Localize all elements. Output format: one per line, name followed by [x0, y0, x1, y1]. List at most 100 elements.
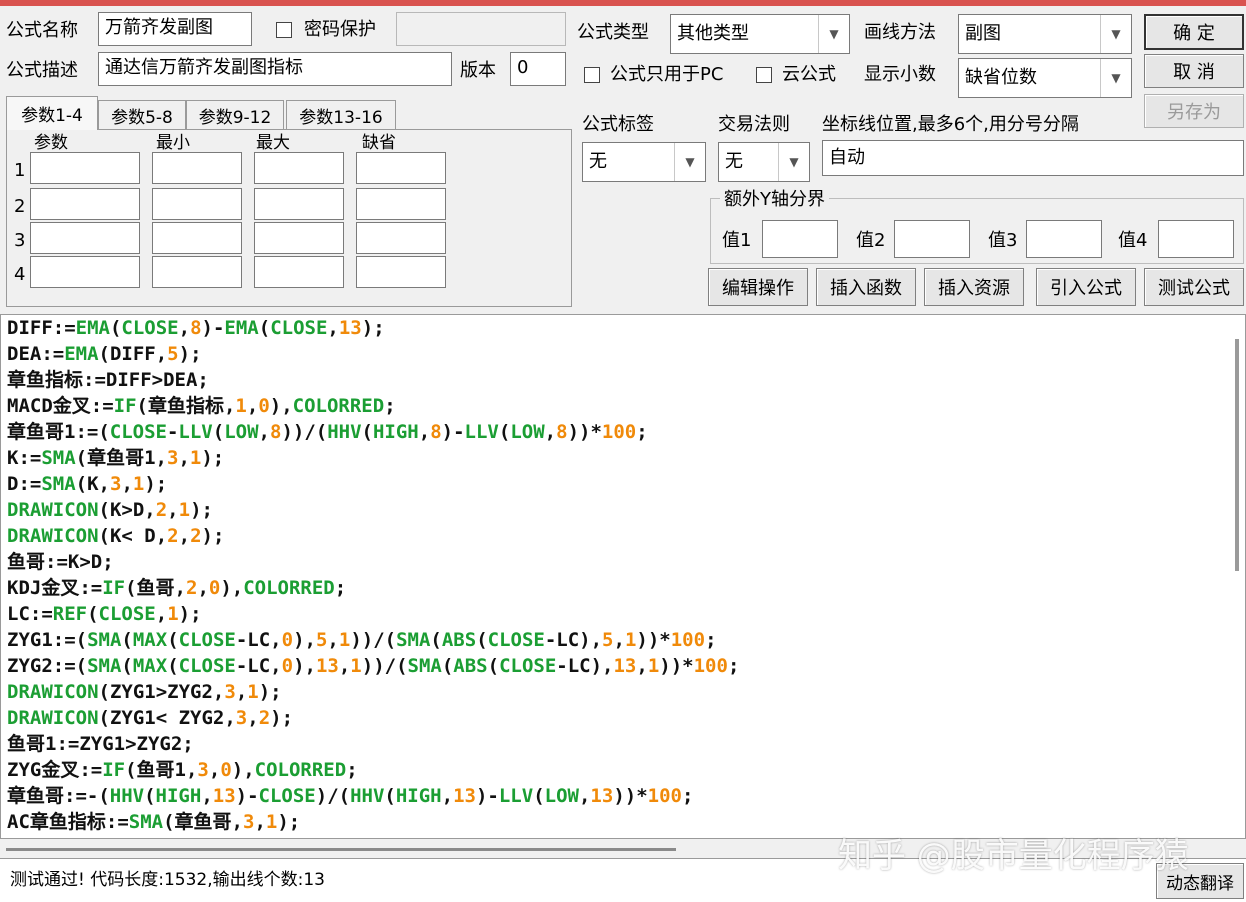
ok-button[interactable]: 确 定: [1144, 14, 1244, 50]
code-line: 章鱼指标:=DIFF>DEA;: [7, 369, 209, 391]
chevron-down-icon: ▼: [778, 143, 809, 181]
draw-method-label: 画线方法: [864, 22, 936, 43]
formula-desc-input[interactable]: 通达信万箭齐发副图指标: [98, 52, 452, 86]
formula-desc-label: 公式描述: [6, 60, 78, 81]
decimals-value: 缺省位数: [965, 67, 1037, 88]
window-top-border: [0, 0, 1246, 6]
axis-lines-label: 坐标线位置,最多6个,用分号分隔: [822, 114, 1079, 135]
code-line: 鱼哥:=K>D;: [7, 551, 114, 573]
formula-name-input[interactable]: 万箭齐发副图: [98, 12, 252, 46]
code-line: DRAWICON(K>D,2,1);: [7, 499, 213, 521]
param-2-default-input[interactable]: [356, 188, 446, 220]
param-3-name-input[interactable]: [30, 222, 140, 254]
trade-rule-select[interactable]: 无 ▼: [718, 142, 810, 182]
extra-y-value-label: 值2: [856, 230, 886, 251]
code-line: LC:=REF(CLOSE,1);: [7, 603, 202, 625]
cloud-formula-checkbox[interactable]: [756, 67, 772, 83]
vertical-scrollbar[interactable]: [1235, 339, 1239, 571]
param-row-number: 3: [14, 230, 26, 251]
code-line: DEA:=EMA(DIFF,5);: [7, 343, 202, 365]
formula-name-label: 公式名称: [6, 20, 78, 41]
param-1-min-input[interactable]: [152, 152, 242, 184]
test-formula-button[interactable]: 测试公式: [1144, 268, 1244, 306]
extra-y-value-4-input[interactable]: [1158, 220, 1234, 258]
import-formula-button[interactable]: 引入公式: [1036, 268, 1136, 306]
code-line: ZYG1:=(SMA(MAX(CLOSE-LC,0),5,1))/(SMA(AB…: [7, 629, 717, 651]
status-text: 测试通过! 代码长度:1532,输出线个数:13: [10, 870, 325, 890]
chevron-down-icon: ▼: [1100, 15, 1131, 53]
tab-params-9-12[interactable]: 参数9-12: [186, 100, 284, 130]
code-text: DIFF:=EMA(CLOSE,8)-EMA(CLOSE,13); DEA:=EM…: [7, 315, 739, 835]
code-line: 章鱼哥:=-(HHV(HIGH,13)-CLOSE)/(HHV(HIGH,13)…: [7, 785, 694, 807]
formula-tag-label: 公式标签: [582, 114, 654, 135]
formula-type-select[interactable]: 其他类型 ▼: [670, 14, 850, 54]
cancel-button[interactable]: 取 消: [1144, 54, 1244, 88]
formula-tag-value: 无: [589, 151, 607, 172]
code-line: ZYG2:=(SMA(MAX(CLOSE-LC,0),13,1))/(SMA(A…: [7, 655, 740, 677]
formula-type-value: 其他类型: [677, 23, 749, 44]
code-editor[interactable]: DIFF:=EMA(CLOSE,8)-EMA(CLOSE,13); DEA:=EM…: [0, 314, 1246, 839]
code-line: DRAWICON(K< D,2,2);: [7, 525, 225, 547]
formula-type-label: 公式类型: [577, 22, 649, 43]
code-line: 章鱼哥1:=(CLOSE-LLV(LOW,8))/(HHV(HIGH,8)-LL…: [7, 421, 648, 443]
code-line: AC章鱼指标:=SMA(章鱼哥,3,1);: [7, 811, 301, 833]
extra-y-value-label: 值1: [722, 230, 752, 251]
decimals-label: 显示小数: [864, 64, 936, 85]
tab-params-5-8[interactable]: 参数5-8: [98, 100, 186, 130]
param-3-min-input[interactable]: [152, 222, 242, 254]
chevron-down-icon: ▼: [818, 15, 849, 53]
decimals-select[interactable]: 缺省位数 ▼: [958, 58, 1132, 98]
formula-tag-select[interactable]: 无 ▼: [582, 142, 706, 182]
code-line: 鱼哥1:=ZYG1>ZYG2;: [7, 733, 194, 755]
insert-function-button[interactable]: 插入函数: [816, 268, 916, 306]
param-4-name-input[interactable]: [30, 256, 140, 288]
param-row-number: 1: [14, 160, 26, 181]
param-row-number: 4: [14, 264, 26, 285]
tab-params-13-16[interactable]: 参数13-16: [286, 100, 396, 130]
param-4-default-input[interactable]: [356, 256, 446, 288]
tab-params-1-4[interactable]: 参数1-4: [6, 96, 98, 130]
password-input[interactable]: [396, 12, 566, 46]
param-4-min-input[interactable]: [152, 256, 242, 288]
password-checkbox[interactable]: [276, 22, 292, 38]
code-line: D:=SMA(K,3,1);: [7, 473, 168, 495]
version-input[interactable]: 0: [510, 52, 566, 86]
code-line: DRAWICON(ZYG1>ZYG2,3,1);: [7, 681, 282, 703]
code-line: K:=SMA(章鱼哥1,3,1);: [7, 447, 225, 469]
extra-y-value-label: 值4: [1118, 230, 1148, 251]
param-4-max-input[interactable]: [254, 256, 344, 288]
code-line: MACD金叉:=IF(章鱼指标,1,0),COLORRED;: [7, 395, 396, 417]
param-3-default-input[interactable]: [356, 222, 446, 254]
param-3-max-input[interactable]: [254, 222, 344, 254]
trade-rule-label: 交易法则: [718, 114, 790, 135]
edit-ops-button[interactable]: 编辑操作: [708, 268, 808, 306]
extra-y-value-3-input[interactable]: [1026, 220, 1102, 258]
horizontal-scrollbar-thumb[interactable]: [6, 848, 676, 851]
extra-y-value-label: 值3: [988, 230, 1018, 251]
code-line: KDJ金叉:=IF(鱼哥,2,0),COLORRED;: [7, 577, 347, 599]
extra-y-value-2-input[interactable]: [894, 220, 970, 258]
pc-only-checkbox[interactable]: [584, 67, 600, 83]
extra-y-axis-label: 额外Y轴分界: [720, 187, 829, 213]
watermark-text: 知乎 @股市量化程序猿: [838, 836, 1189, 876]
param-row-number: 2: [14, 196, 26, 217]
trade-rule-value: 无: [725, 151, 743, 172]
password-label: 密码保护: [304, 19, 376, 40]
param-1-default-input[interactable]: [356, 152, 446, 184]
param-2-max-input[interactable]: [254, 188, 344, 220]
insert-resource-button[interactable]: 插入资源: [924, 268, 1024, 306]
draw-method-select[interactable]: 副图 ▼: [958, 14, 1132, 54]
pc-only-label: 公式只用于PC: [610, 64, 724, 85]
code-line: ZYG金叉:=IF(鱼哥1,3,0),COLORRED;: [7, 759, 358, 781]
chevron-down-icon: ▼: [674, 143, 705, 181]
param-2-min-input[interactable]: [152, 188, 242, 220]
draw-method-value: 副图: [965, 23, 1001, 44]
extra-y-value-1-input[interactable]: [762, 220, 838, 258]
param-2-name-input[interactable]: [30, 188, 140, 220]
cloud-formula-label: 云公式: [782, 64, 836, 85]
param-1-name-input[interactable]: [30, 152, 140, 184]
save-as-button[interactable]: 另存为: [1144, 94, 1244, 128]
axis-lines-input[interactable]: 自动: [822, 140, 1244, 176]
param-1-max-input[interactable]: [254, 152, 344, 184]
version-label: 版本: [460, 60, 496, 81]
